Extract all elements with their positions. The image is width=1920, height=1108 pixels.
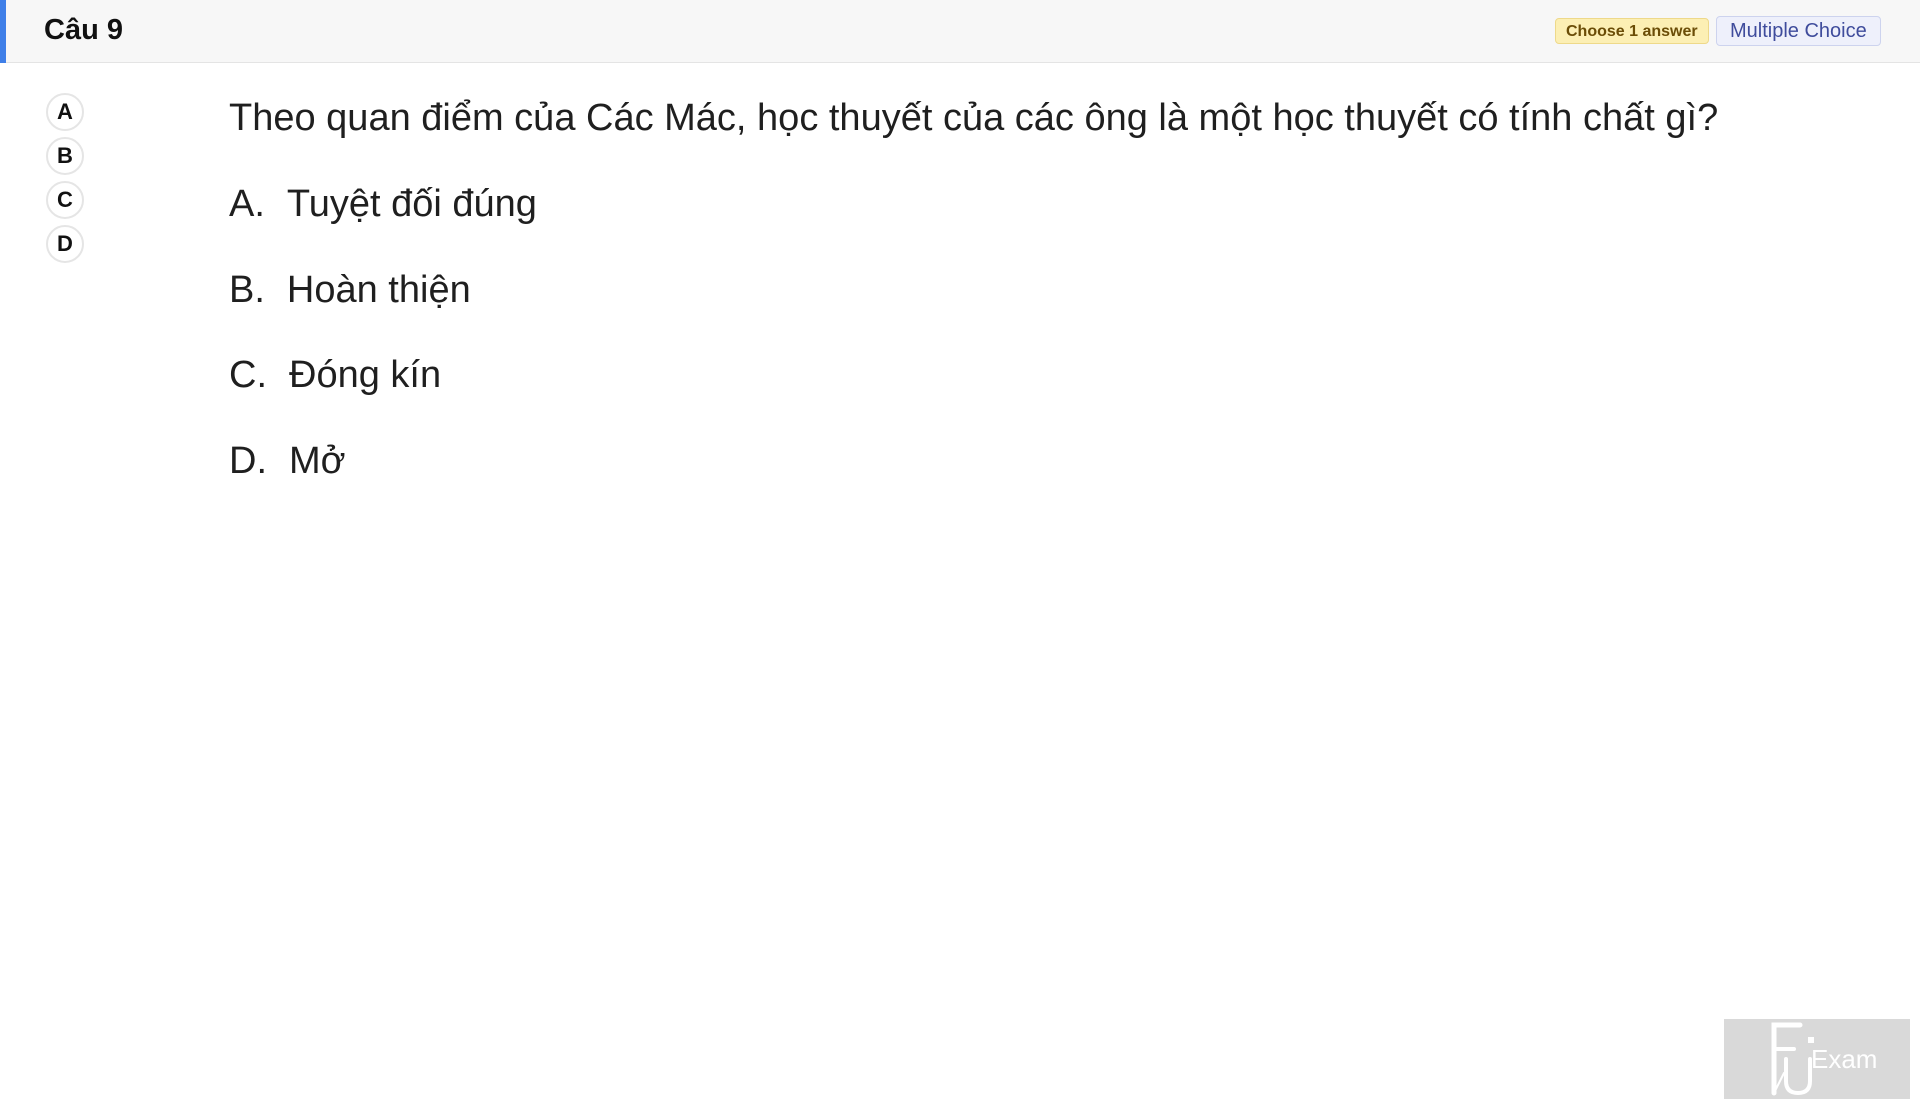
option-b: B. Hoàn thiện — [229, 267, 471, 313]
header-accent-bar — [0, 0, 6, 63]
fu-exam-logo-icon: Exam — [1771, 1022, 1877, 1096]
answer-selector-b[interactable]: B — [46, 137, 84, 175]
exam-page: Câu 9 Choose 1 answer Multiple Choice A … — [0, 0, 1920, 1108]
question-text: Theo quan điểm của Các Mác, học thuyết c… — [229, 97, 1719, 139]
answer-selector-a[interactable]: A — [46, 93, 84, 131]
logo-text: Exam — [1811, 1044, 1877, 1074]
answer-selector-c[interactable]: C — [46, 181, 84, 219]
question-type-badge: Multiple Choice — [1716, 16, 1881, 46]
choose-count-badge: Choose 1 answer — [1555, 18, 1709, 44]
question-header: Câu 9 Choose 1 answer Multiple Choice — [0, 0, 1920, 63]
option-a: A. Tuyệt đối đúng — [229, 181, 537, 227]
option-d: D. Mở — [229, 438, 346, 484]
option-text: Mở — [289, 440, 346, 482]
fu-exam-logo: Exam — [1724, 1019, 1910, 1099]
question-number-title: Câu 9 — [44, 14, 123, 46]
option-letter: D. — [229, 440, 267, 482]
option-text: Hoàn thiện — [286, 269, 471, 311]
option-letter: B. — [229, 269, 265, 311]
option-letter: A. — [229, 183, 265, 225]
option-letter: C. — [229, 354, 267, 396]
option-text: Tuyệt đối đúng — [286, 183, 537, 225]
option-c: C. Đóng kín — [229, 352, 441, 398]
option-text: Đóng kín — [289, 354, 442, 396]
answer-selector-d[interactable]: D — [46, 225, 84, 263]
